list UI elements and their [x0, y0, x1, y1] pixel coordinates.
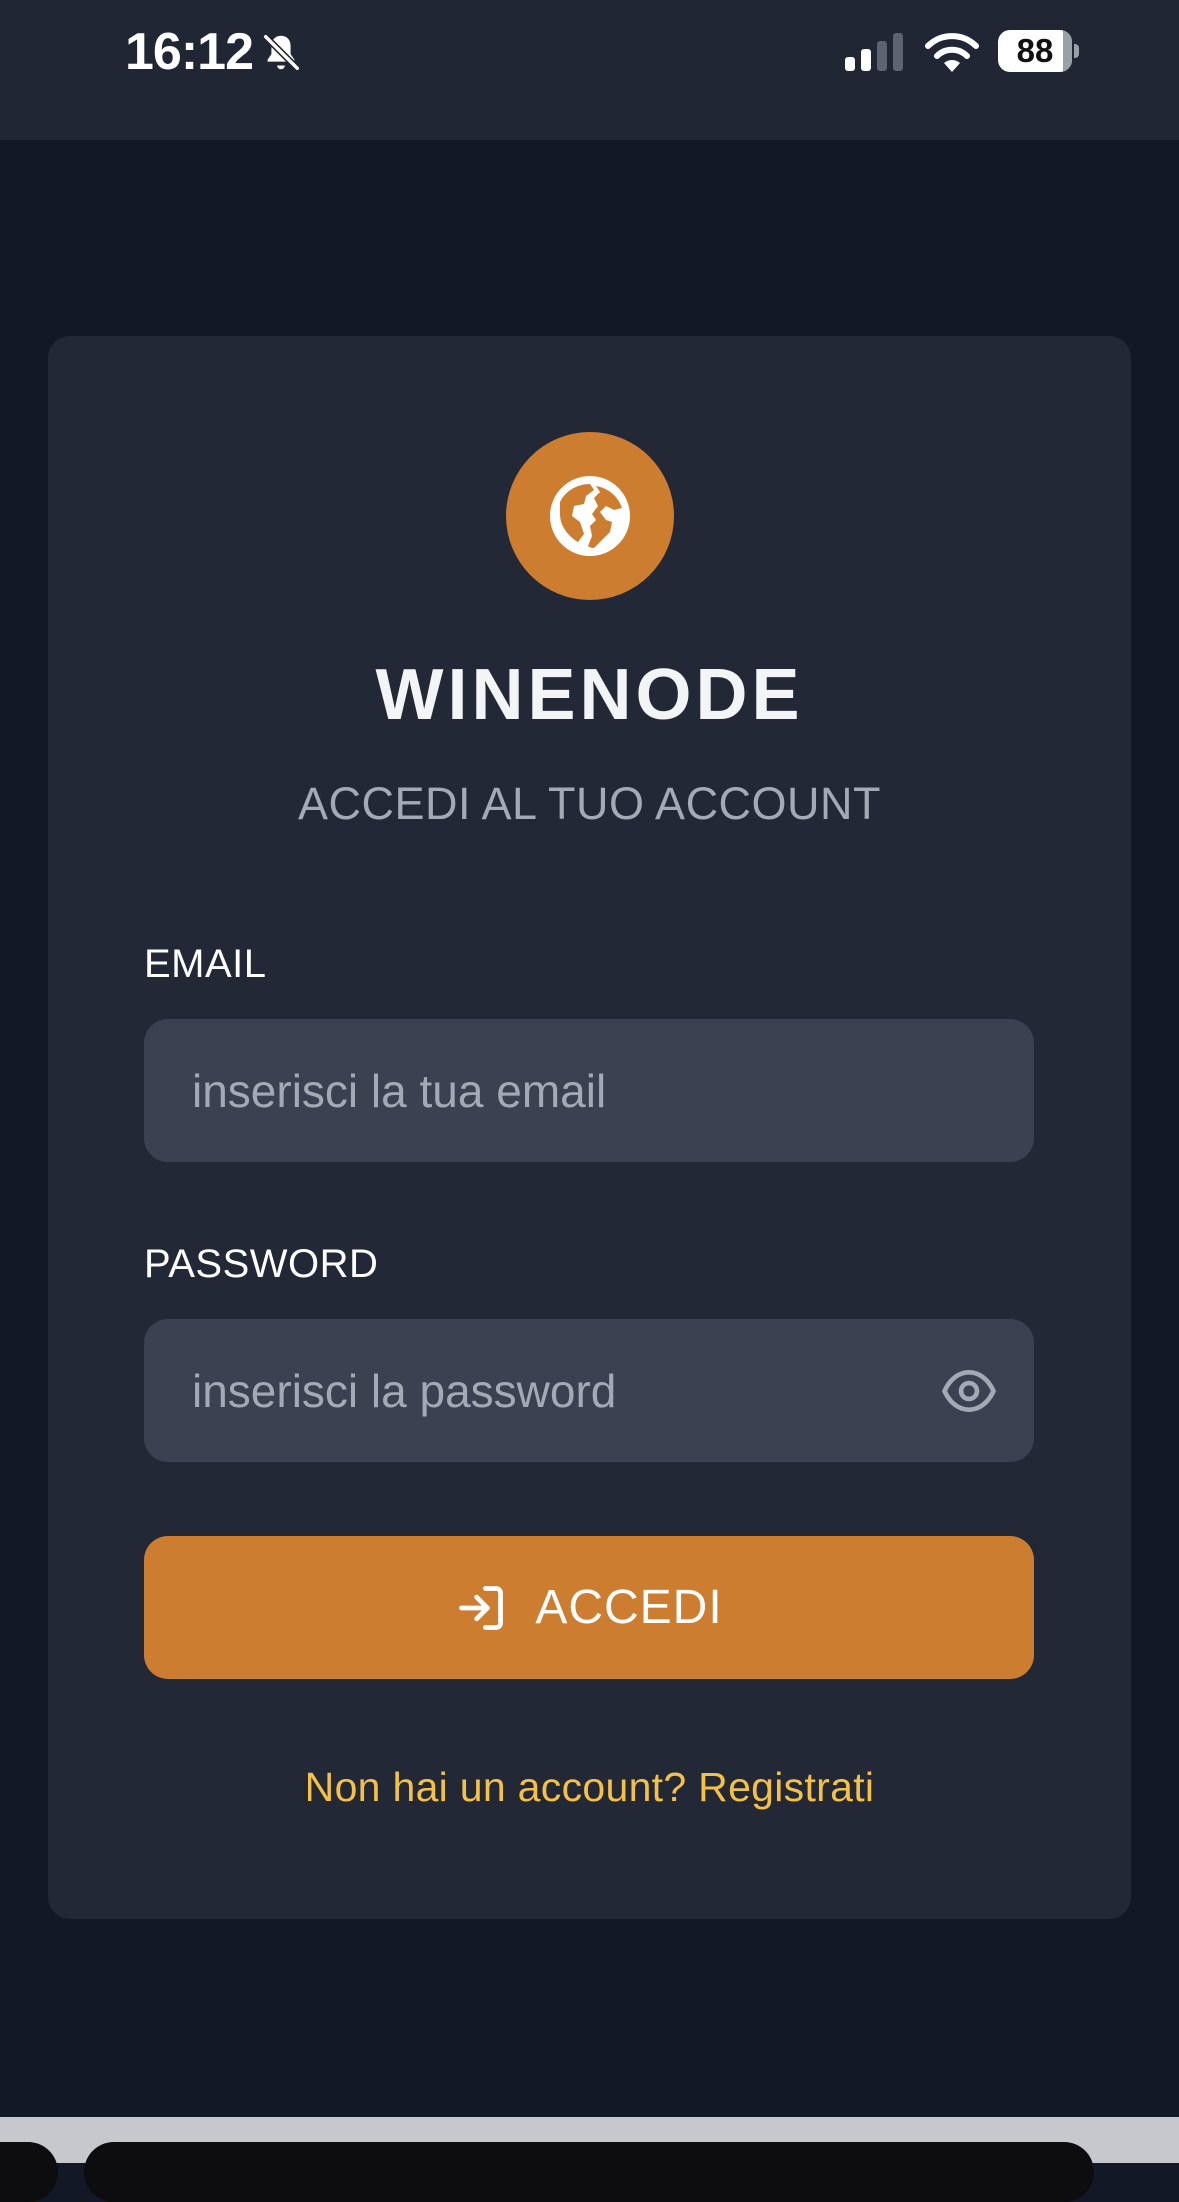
email-input[interactable] — [144, 1019, 1034, 1162]
login-arrow-icon — [459, 1585, 504, 1630]
bell-muted-icon — [262, 33, 301, 72]
bottom-pill-left — [0, 2142, 58, 2202]
status-bar: 16:12 88 — [0, 0, 1179, 140]
eye-icon[interactable] — [940, 1363, 998, 1419]
battery-icon: 88 — [998, 30, 1080, 72]
password-input[interactable] — [144, 1319, 1034, 1462]
password-input-container — [144, 1319, 1034, 1462]
wifi-icon — [925, 33, 979, 72]
page-subtitle: ACCEDI AL TUO ACCOUNT — [297, 778, 882, 829]
register-link[interactable]: Non hai un account? Registrati — [48, 1764, 1131, 1811]
login-card: WINENODE ACCEDI AL TUO ACCOUNT EMAIL PAS… — [48, 336, 1131, 1919]
battery-tip — [1074, 44, 1079, 58]
email-label: EMAIL — [144, 942, 267, 986]
email-input-container — [144, 1019, 1034, 1162]
login-button[interactable]: ACCEDI — [144, 1536, 1034, 1679]
bottom-pill-main — [84, 2142, 1094, 2202]
app-title: WINENODE — [375, 655, 804, 735]
cellular-signal-icon — [845, 33, 903, 71]
login-button-label: ACCEDI — [535, 1581, 723, 1634]
status-time: 16:12 — [125, 23, 254, 81]
logo — [506, 432, 674, 600]
battery-percentage: 88 — [1016, 32, 1054, 69]
battery-body: 88 — [998, 30, 1072, 72]
globe-icon — [550, 476, 630, 556]
password-label: PASSWORD — [144, 1242, 379, 1286]
